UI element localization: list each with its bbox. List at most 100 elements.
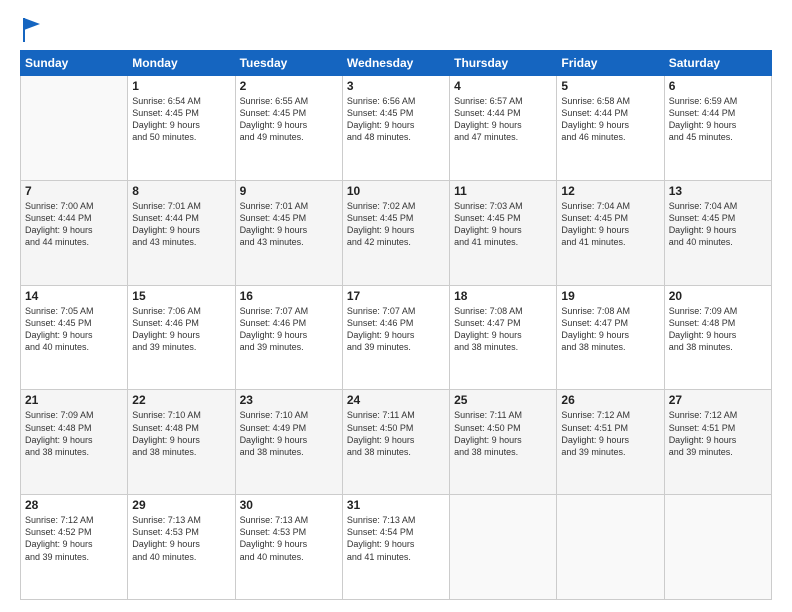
day-info: Sunrise: 6:55 AM Sunset: 4:45 PM Dayligh… (240, 95, 338, 144)
day-number: 3 (347, 79, 445, 93)
day-number: 6 (669, 79, 767, 93)
day-number: 31 (347, 498, 445, 512)
calendar-week-row: 21 Sunrise: 7:09 AM Sunset: 4:48 PM Dayli… (21, 390, 772, 495)
day-number: 4 (454, 79, 552, 93)
day-number: 10 (347, 184, 445, 198)
calendar-week-row: 28Sunrise: 7:12 AM Sunset: 4:52 PM Dayli… (21, 495, 772, 600)
calendar-cell: 7 Sunrise: 7:00 AM Sunset: 4:44 PM Daylig… (21, 180, 128, 285)
logo-flag-icon (22, 18, 40, 42)
day-number: 15 (132, 289, 230, 303)
calendar-cell: 24 Sunrise: 7:11 AM Sunset: 4:50 PM Dayli… (342, 390, 449, 495)
calendar-cell (557, 495, 664, 600)
day-info: Sunrise: 7:13 AM Sunset: 4:53 PM Dayligh… (240, 514, 338, 563)
calendar-cell (21, 76, 128, 181)
day-info: Sunrise: 7:00 AM Sunset: 4:44 PM Dayligh… (25, 200, 123, 249)
day-number: 28 (25, 498, 123, 512)
page: SundayMondayTuesdayWednesdayThursdayFrid… (0, 0, 792, 612)
calendar-cell: 17 Sunrise: 7:07 AM Sunset: 4:46 PM Dayli… (342, 285, 449, 390)
day-number: 11 (454, 184, 552, 198)
calendar-cell: 28Sunrise: 7:12 AM Sunset: 4:52 PM Dayli… (21, 495, 128, 600)
day-info: Sunrise: 7:05 AM Sunset: 4:45 PM Dayligh… (25, 305, 123, 354)
calendar-dow-tuesday: Tuesday (235, 51, 342, 76)
calendar-cell: 21 Sunrise: 7:09 AM Sunset: 4:48 PM Dayli… (21, 390, 128, 495)
calendar-cell: 14 Sunrise: 7:05 AM Sunset: 4:45 PM Dayli… (21, 285, 128, 390)
day-info: Sunrise: 7:08 AM Sunset: 4:47 PM Dayligh… (454, 305, 552, 354)
calendar-cell: 29Sunrise: 7:13 AM Sunset: 4:53 PM Dayli… (128, 495, 235, 600)
day-number: 1 (132, 79, 230, 93)
day-info: Sunrise: 7:09 AM Sunset: 4:48 PM Dayligh… (25, 409, 123, 458)
calendar-cell: 22 Sunrise: 7:10 AM Sunset: 4:48 PM Dayli… (128, 390, 235, 495)
day-info: Sunrise: 7:12 AM Sunset: 4:51 PM Dayligh… (669, 409, 767, 458)
day-number: 22 (132, 393, 230, 407)
day-number: 20 (669, 289, 767, 303)
day-info: Sunrise: 7:04 AM Sunset: 4:45 PM Dayligh… (561, 200, 659, 249)
day-number: 24 (347, 393, 445, 407)
day-info: Sunrise: 6:56 AM Sunset: 4:45 PM Dayligh… (347, 95, 445, 144)
day-number: 17 (347, 289, 445, 303)
calendar-week-row: 7 Sunrise: 7:00 AM Sunset: 4:44 PM Daylig… (21, 180, 772, 285)
calendar-cell: 16Sunrise: 7:07 AM Sunset: 4:46 PM Dayli… (235, 285, 342, 390)
day-number: 2 (240, 79, 338, 93)
day-info: Sunrise: 7:12 AM Sunset: 4:51 PM Dayligh… (561, 409, 659, 458)
calendar-week-row: 1 Sunrise: 6:54 AM Sunset: 4:45 PM Daylig… (21, 76, 772, 181)
calendar-cell: 10 Sunrise: 7:02 AM Sunset: 4:45 PM Dayli… (342, 180, 449, 285)
day-number: 16 (240, 289, 338, 303)
day-number: 23 (240, 393, 338, 407)
calendar-cell: 11 Sunrise: 7:03 AM Sunset: 4:45 PM Dayli… (450, 180, 557, 285)
day-info: Sunrise: 7:10 AM Sunset: 4:48 PM Dayligh… (132, 409, 230, 458)
calendar-cell: 4 Sunrise: 6:57 AM Sunset: 4:44 PM Daylig… (450, 76, 557, 181)
day-info: Sunrise: 7:13 AM Sunset: 4:54 PM Dayligh… (347, 514, 445, 563)
calendar-dow-wednesday: Wednesday (342, 51, 449, 76)
calendar-cell: 12Sunrise: 7:04 AM Sunset: 4:45 PM Dayli… (557, 180, 664, 285)
calendar-cell: 5 Sunrise: 6:58 AM Sunset: 4:44 PM Daylig… (557, 76, 664, 181)
day-info: Sunrise: 7:03 AM Sunset: 4:45 PM Dayligh… (454, 200, 552, 249)
day-number: 21 (25, 393, 123, 407)
calendar-cell: 23 Sunrise: 7:10 AM Sunset: 4:49 PM Dayli… (235, 390, 342, 495)
day-info: Sunrise: 7:04 AM Sunset: 4:45 PM Dayligh… (669, 200, 767, 249)
logo (20, 18, 38, 40)
day-info: Sunrise: 6:54 AM Sunset: 4:45 PM Dayligh… (132, 95, 230, 144)
day-info: Sunrise: 7:07 AM Sunset: 4:46 PM Dayligh… (347, 305, 445, 354)
day-info: Sunrise: 7:01 AM Sunset: 4:44 PM Dayligh… (132, 200, 230, 249)
calendar-cell: 15Sunrise: 7:06 AM Sunset: 4:46 PM Dayli… (128, 285, 235, 390)
day-info: Sunrise: 6:57 AM Sunset: 4:44 PM Dayligh… (454, 95, 552, 144)
calendar-dow-saturday: Saturday (664, 51, 771, 76)
calendar-dow-friday: Friday (557, 51, 664, 76)
calendar-cell: 30 Sunrise: 7:13 AM Sunset: 4:53 PM Dayli… (235, 495, 342, 600)
day-info: Sunrise: 7:11 AM Sunset: 4:50 PM Dayligh… (454, 409, 552, 458)
calendar-week-row: 14 Sunrise: 7:05 AM Sunset: 4:45 PM Dayli… (21, 285, 772, 390)
calendar-cell: 9 Sunrise: 7:01 AM Sunset: 4:45 PM Daylig… (235, 180, 342, 285)
calendar-dow-thursday: Thursday (450, 51, 557, 76)
day-number: 30 (240, 498, 338, 512)
day-info: Sunrise: 7:13 AM Sunset: 4:53 PM Dayligh… (132, 514, 230, 563)
header (20, 18, 772, 40)
day-info: Sunrise: 7:11 AM Sunset: 4:50 PM Dayligh… (347, 409, 445, 458)
day-info: Sunrise: 6:58 AM Sunset: 4:44 PM Dayligh… (561, 95, 659, 144)
calendar-cell: 3 Sunrise: 6:56 AM Sunset: 4:45 PM Daylig… (342, 76, 449, 181)
calendar-cell (664, 495, 771, 600)
day-number: 8 (132, 184, 230, 198)
day-info: Sunrise: 7:10 AM Sunset: 4:49 PM Dayligh… (240, 409, 338, 458)
day-number: 7 (25, 184, 123, 198)
calendar-cell: 26 Sunrise: 7:12 AM Sunset: 4:51 PM Dayli… (557, 390, 664, 495)
day-info: Sunrise: 7:02 AM Sunset: 4:45 PM Dayligh… (347, 200, 445, 249)
day-number: 19 (561, 289, 659, 303)
calendar-dow-monday: Monday (128, 51, 235, 76)
day-number: 26 (561, 393, 659, 407)
calendar-cell: 25Sunrise: 7:11 AM Sunset: 4:50 PM Dayli… (450, 390, 557, 495)
calendar-cell: 8 Sunrise: 7:01 AM Sunset: 4:44 PM Daylig… (128, 180, 235, 285)
day-number: 5 (561, 79, 659, 93)
day-number: 27 (669, 393, 767, 407)
calendar-cell: 18 Sunrise: 7:08 AM Sunset: 4:47 PM Dayli… (450, 285, 557, 390)
calendar-dow-sunday: Sunday (21, 51, 128, 76)
day-number: 14 (25, 289, 123, 303)
day-info: Sunrise: 7:01 AM Sunset: 4:45 PM Dayligh… (240, 200, 338, 249)
calendar-cell: 13Sunrise: 7:04 AM Sunset: 4:45 PM Dayli… (664, 180, 771, 285)
calendar-cell: 19Sunrise: 7:08 AM Sunset: 4:47 PM Dayli… (557, 285, 664, 390)
day-number: 9 (240, 184, 338, 198)
day-number: 18 (454, 289, 552, 303)
calendar-cell: 2 Sunrise: 6:55 AM Sunset: 4:45 PM Daylig… (235, 76, 342, 181)
calendar-cell: 1 Sunrise: 6:54 AM Sunset: 4:45 PM Daylig… (128, 76, 235, 181)
calendar-cell: 6Sunrise: 6:59 AM Sunset: 4:44 PM Daylig… (664, 76, 771, 181)
calendar-cell: 20Sunrise: 7:09 AM Sunset: 4:48 PM Dayli… (664, 285, 771, 390)
